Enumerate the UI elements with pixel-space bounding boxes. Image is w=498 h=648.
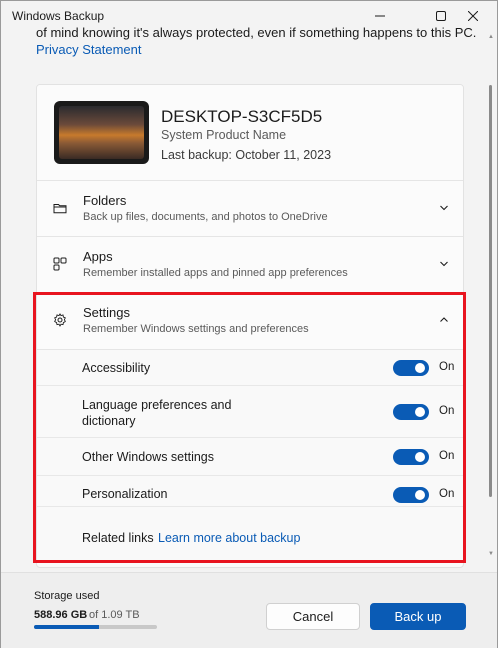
gear-icon [54, 313, 66, 327]
setting-row-personalization: Personalization On [37, 476, 463, 507]
storage-progress-fill [34, 625, 100, 629]
setting-row-accessibility: Accessibility On [37, 350, 463, 386]
section-settings[interactable]: Settings Remember Windows settings and p… [37, 293, 463, 350]
storage-total-value: of 1.09 TB [89, 609, 140, 621]
setting-label: Language preferences and dictionary [82, 398, 232, 428]
personalization-toggle[interactable] [393, 487, 429, 503]
backup-card: DESKTOP-S3CF5D5 System Product Name Last… [36, 84, 464, 568]
device-thumbnail [54, 101, 149, 164]
accessibility-toggle[interactable] [393, 360, 429, 376]
section-description: Remember installed apps and pinned app p… [83, 267, 348, 279]
privacy-statement-link[interactable]: Privacy Statement [36, 42, 142, 57]
language-toggle[interactable] [393, 404, 429, 420]
learn-more-backup-link[interactable]: Learn more about backup [158, 531, 300, 545]
setting-label: Personalization [82, 487, 168, 501]
related-links-label: Related links [82, 531, 154, 545]
last-backup-text: Last backup: October 11, 2023 [161, 148, 332, 162]
setting-label: Other Windows settings [82, 450, 214, 464]
setting-row-other-windows: Other Windows settings On [37, 438, 463, 476]
intro-text: of mind knowing it's always protected, e… [36, 25, 477, 40]
maximize-icon [436, 11, 446, 21]
storage-progress-bar [34, 625, 157, 629]
section-folders[interactable]: Folders Back up files, documents, and ph… [37, 181, 463, 237]
minimize-icon [375, 15, 385, 17]
device-name: DESKTOP-S3CF5D5 [161, 107, 323, 126]
section-title: Apps [83, 249, 113, 264]
section-description: Remember Windows settings and preference… [83, 323, 309, 335]
folder-icon [53, 204, 67, 214]
device-model: System Product Name [161, 128, 287, 142]
setting-row-language: Language preferences and dictionary On [37, 386, 463, 438]
section-title: Settings [83, 305, 130, 320]
section-description: Back up files, documents, and photos to … [83, 211, 328, 223]
back-up-button[interactable]: Back up [370, 603, 466, 630]
other-windows-settings-toggle[interactable] [393, 449, 429, 465]
toggle-state: On [439, 450, 455, 462]
scroll-down-icon[interactable]: ▼ [488, 551, 494, 557]
related-links-row: Related links Learn more about backup [37, 507, 463, 563]
window-title: Windows Backup [12, 9, 105, 23]
toggle-state: On [439, 405, 455, 417]
scrollbar-thumb[interactable] [489, 85, 492, 497]
cancel-button[interactable]: Cancel [266, 603, 360, 630]
windows-backup-window: Windows Backup of mind knowing it's alwa… [0, 0, 498, 648]
chevron-down-icon [440, 205, 448, 211]
toggle-state: On [439, 488, 455, 500]
toggle-state: On [439, 361, 455, 373]
scroll-up-icon[interactable]: ▲ [488, 34, 494, 40]
chevron-down-icon [440, 261, 448, 267]
chevron-up-icon [440, 317, 448, 322]
device-header: DESKTOP-S3CF5D5 System Product Name Last… [37, 85, 463, 181]
section-title: Folders [83, 193, 127, 208]
apps-icon [53, 257, 67, 271]
setting-label: Accessibility [82, 361, 151, 375]
storage-used-value: 588.96 GB [34, 609, 88, 621]
storage-label: Storage used [34, 590, 100, 602]
footer: Storage used 588.96 GB of 1.09 TB Cancel… [1, 572, 497, 648]
section-apps[interactable]: Apps Remember installed apps and pinned … [37, 237, 463, 293]
close-icon [468, 11, 478, 21]
